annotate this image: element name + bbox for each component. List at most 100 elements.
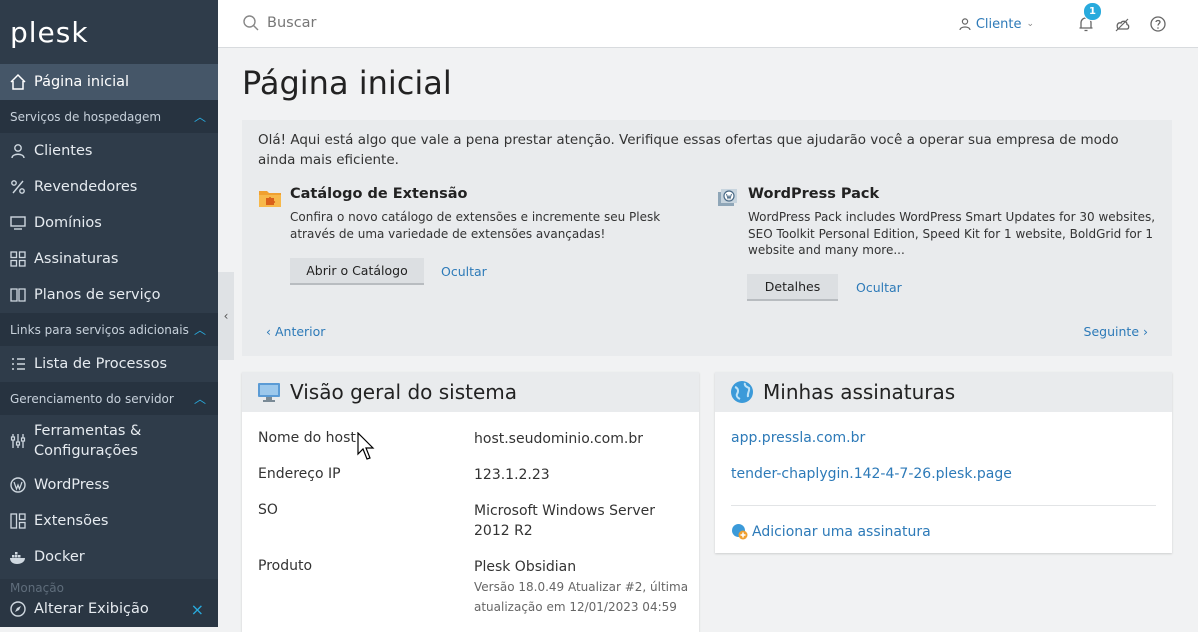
client-label: Cliente (975, 16, 1022, 32)
divider (731, 505, 1156, 506)
row-label-os: SO (258, 502, 278, 518)
row-value-hostname: host.seudominio.com.br (474, 431, 643, 447)
subscription-link[interactable]: tender-chaplygin.142-4-7-26.plesk.page (731, 466, 1012, 482)
promo-panel: Olá! Aqui está algo que vale a pena pres… (242, 120, 1172, 356)
sliders-icon (9, 432, 27, 450)
percent-icon (9, 178, 27, 196)
user-icon (959, 18, 971, 31)
compass-icon (9, 600, 27, 618)
nav-wordpress[interactable]: WordPress (0, 467, 218, 503)
nav-process-list[interactable]: Lista de Processos (0, 346, 218, 382)
cloud-status-button[interactable] (1112, 14, 1132, 34)
add-subscription-link[interactable]: Adicionar uma assinatura (731, 523, 931, 540)
wordpress-icon (9, 476, 27, 494)
system-overview-card: Visão geral do sistema Nome do host host… (242, 372, 699, 632)
folder-puzzle-icon (259, 191, 281, 207)
product-name: Plesk Obsidian (474, 559, 577, 575)
subscriptions-card: Minhas assinaturas app.pressla.com.br te… (715, 372, 1172, 553)
sidebar-collapse-toggle[interactable]: ‹ (218, 272, 234, 360)
nav-clients-label: Clientes (34, 143, 93, 159)
client-menu[interactable]: Cliente ⌄ (958, 17, 1034, 32)
help-button[interactable] (1148, 14, 1168, 34)
nav-tools-settings-label: Ferramentas & Configurações (34, 421, 141, 461)
section-hosting-label: Serviços de hospedagem (10, 109, 162, 124)
chevron-up-icon: ︿ (193, 323, 206, 337)
offer-description: WordPress Pack includes WordPress Smart … (748, 210, 1156, 257)
extensions-icon (9, 512, 27, 530)
section-server-management[interactable]: Gerenciamento do servidor ︿ (0, 382, 218, 415)
section-additional-links-label: Links para serviços adicionais (10, 322, 189, 337)
nav-home[interactable]: Página inicial (0, 64, 218, 100)
section-hosting[interactable]: Serviços de hospedagem ︿ (0, 100, 218, 133)
system-overview-header: Visão geral do sistema (242, 372, 699, 412)
grid-icon (9, 250, 27, 268)
chevron-up-icon: ︿ (193, 392, 206, 406)
hide-wordpress-link[interactable]: Ocultar (856, 280, 902, 295)
promo-intro: Olá! Aqui está algo que vale a pena pres… (258, 132, 1119, 168)
help-icon (1150, 16, 1166, 32)
nav-tools-settings[interactable]: Ferramentas & Configurações (0, 415, 218, 467)
row-value-ip: 123.1.2.23 (474, 467, 550, 483)
system-overview-title: Visão geral do sistema (290, 380, 518, 404)
nav-domains-label: Domínios (34, 215, 102, 231)
row-label-ip: Endereço IP (258, 466, 341, 482)
row-label-product: Produto (258, 558, 313, 574)
close-icon[interactable]: × (191, 600, 204, 619)
computer-icon (258, 383, 280, 402)
nav-docker[interactable]: Docker (0, 539, 218, 575)
notifications-button[interactable]: 1 (1076, 2, 1102, 34)
subscriptions-title: Minhas assinaturas (763, 380, 956, 404)
home-icon (9, 73, 27, 91)
topbar: Buscar Cliente ⌄ 1 (218, 0, 1198, 48)
nav-resellers-label: Revendedores (34, 179, 138, 195)
change-view-button[interactable]: Alterar Exibição × (0, 591, 218, 627)
section-server-management-label: Gerenciamento do servidor (10, 391, 174, 406)
details-button[interactable]: Detalhes (747, 274, 838, 301)
nav-tools-label-line1: Ferramentas & (34, 423, 142, 439)
nav-resellers[interactable]: Revendedores (0, 169, 218, 205)
sidebar-footer: Monação Alterar Exibição × (0, 579, 218, 627)
nav-service-plans-label: Planos de serviço (34, 287, 161, 303)
nav-docker-label: Docker (34, 549, 85, 565)
nav-domains[interactable]: Domínios (0, 205, 218, 241)
offer-title: Catálogo de Extensão (290, 186, 468, 202)
change-view-label: Alterar Exibição (34, 601, 149, 617)
chevron-up-icon: ︿ (193, 110, 206, 124)
chevron-down-icon: ⌄ (1026, 19, 1034, 29)
monitor-icon (9, 214, 27, 232)
nav-tools-label-line2: Configurações (34, 443, 138, 459)
add-globe-icon (732, 524, 748, 540)
search-placeholder: Buscar (267, 15, 317, 31)
search-icon (243, 15, 259, 31)
nav-home-label: Página inicial (34, 74, 130, 90)
plesk-logo[interactable]: plesk (0, 0, 218, 64)
sidebar: plesk Página inicial Serviços de hospeda… (0, 0, 218, 627)
book-icon (9, 286, 27, 304)
row-label-hostname: Nome do host (258, 430, 356, 446)
section-additional-links[interactable]: Links para serviços adicionais ︿ (0, 313, 218, 346)
add-subscription-label: Adicionar uma assinatura (752, 523, 931, 540)
search-input[interactable]: Buscar (242, 14, 317, 32)
hide-catalog-link[interactable]: Ocultar (441, 264, 487, 279)
user-icon (9, 142, 27, 160)
open-catalog-button[interactable]: Abrir o Catálogo (290, 258, 424, 285)
mouse-cursor-icon (357, 432, 375, 460)
globe-icon (731, 381, 753, 403)
previous-link[interactable]: ‹ Anterior (266, 324, 325, 339)
offer-description: Confira o novo catálogo de extensões e i… (290, 210, 661, 241)
chevron-left-icon: ‹ (223, 309, 229, 323)
row-value-os: Microsoft Windows Server 2012 R2 (474, 503, 656, 539)
nav-service-plans[interactable]: Planos de serviço (0, 277, 218, 313)
page-title: Página inicial (242, 64, 452, 102)
docker-icon (9, 548, 27, 566)
subscriptions-header: Minhas assinaturas (715, 372, 1172, 412)
nav-extensions[interactable]: Extensões (0, 503, 218, 539)
list-icon (9, 355, 27, 373)
nav-wordpress-label: WordPress (34, 477, 110, 493)
nav-subscriptions[interactable]: Assinaturas (0, 241, 218, 277)
next-link[interactable]: Seguinte › (1084, 324, 1148, 339)
nav-clients[interactable]: Clientes (0, 133, 218, 169)
subscription-link[interactable]: app.pressla.com.br (731, 430, 865, 446)
notification-badge: 1 (1083, 2, 1102, 21)
topbar-actions: Cliente ⌄ 1 (958, 2, 1168, 34)
